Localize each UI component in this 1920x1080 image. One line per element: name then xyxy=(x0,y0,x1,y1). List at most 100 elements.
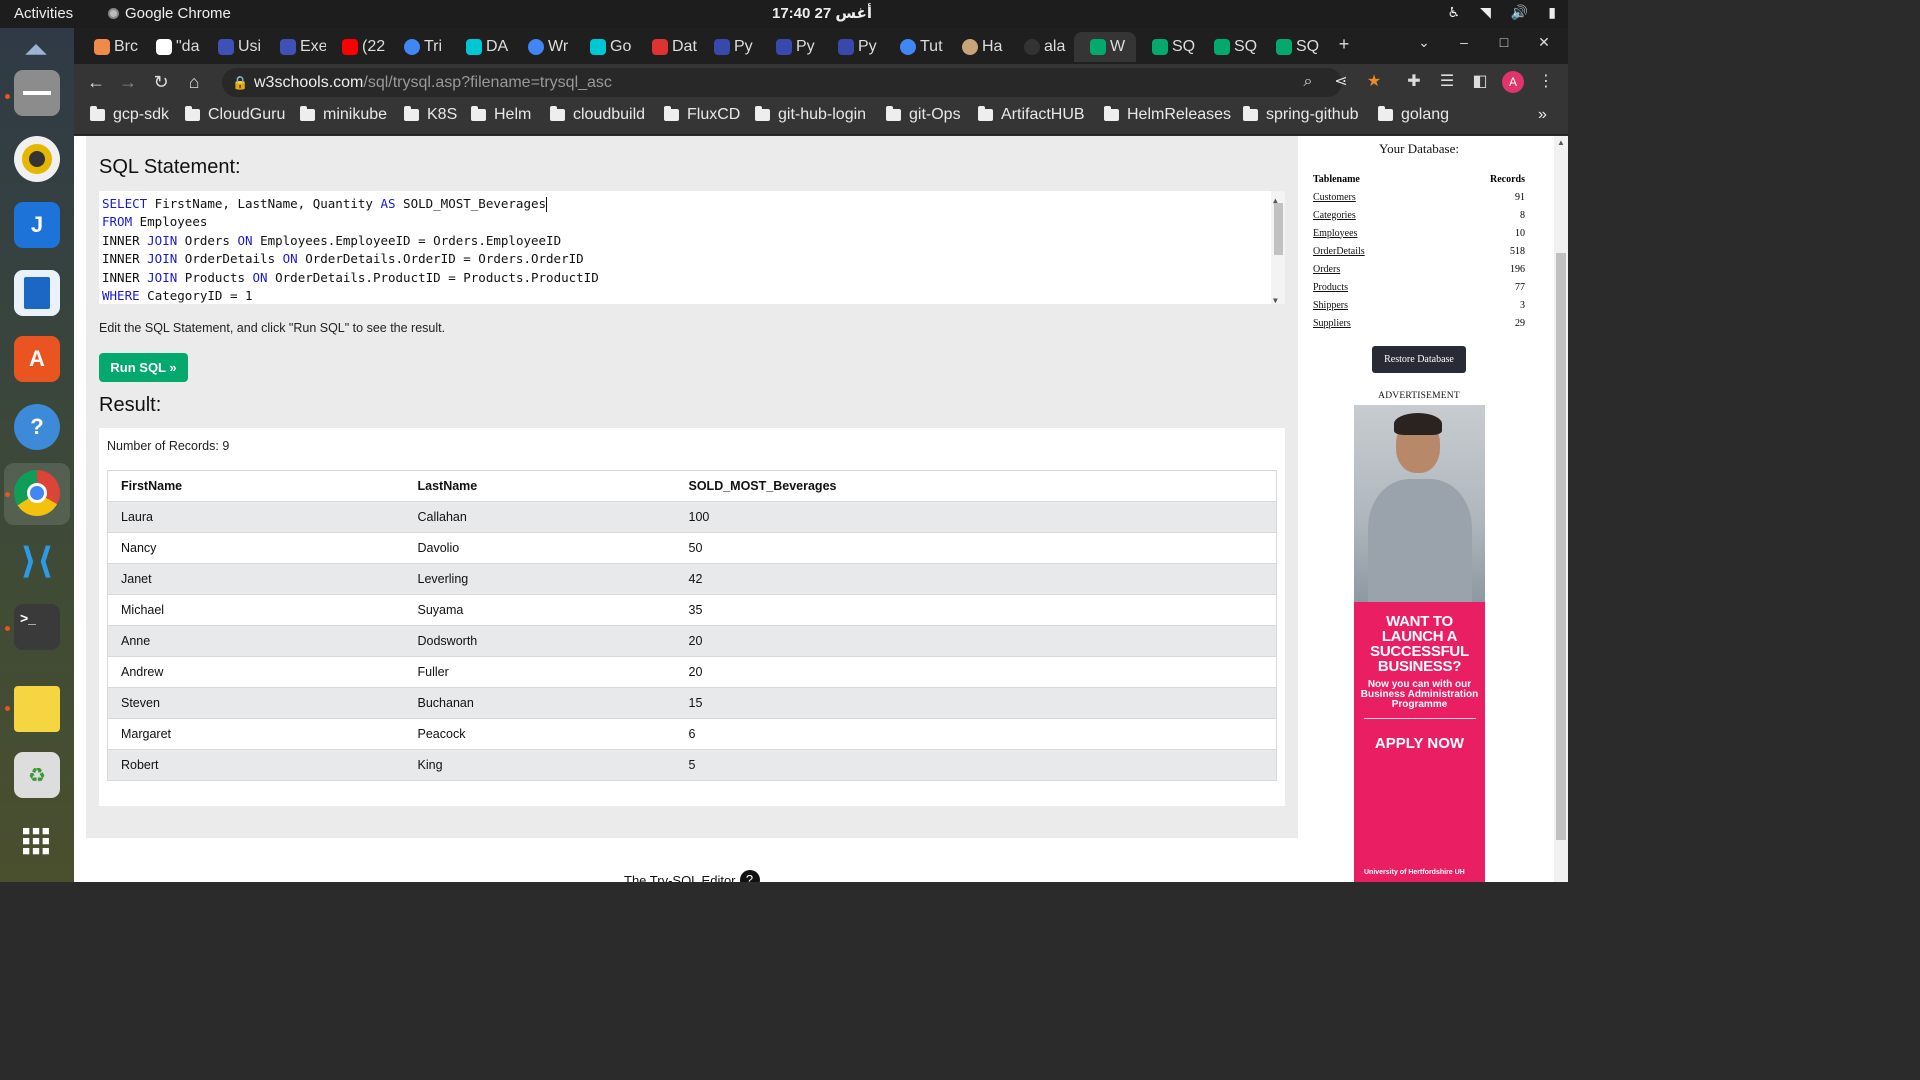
bookmark-folder[interactable]: cloudbuild xyxy=(550,106,645,124)
bookmark-folder[interactable]: git-hub-login xyxy=(755,106,866,124)
extensions-icon[interactable]: ✚ xyxy=(1402,70,1426,94)
bookmark-folder[interactable]: HelmReleases xyxy=(1104,106,1231,124)
bookmark-folder[interactable]: spring-github xyxy=(1243,106,1359,124)
minimize-button[interactable]: – xyxy=(1450,34,1478,58)
home-icon[interactable]: ⌂ xyxy=(182,70,206,94)
tab[interactable]: Py xyxy=(822,32,884,62)
bookmark-folder[interactable]: minikube xyxy=(300,106,387,124)
table-link[interactable]: Orders xyxy=(1313,264,1340,275)
share-icon[interactable]: ⋖ xyxy=(1329,70,1353,94)
bookmark-folder[interactable]: Helm xyxy=(471,106,531,124)
forward-icon[interactable]: → xyxy=(116,70,140,94)
editor-hint: Edit the SQL Statement, and click "Run S… xyxy=(99,321,446,335)
clock[interactable]: 17:40 27 أغس xyxy=(772,4,872,22)
tab[interactable]: ala xyxy=(1008,32,1070,62)
tab[interactable]: Wr xyxy=(512,32,574,62)
editor-scroll-thumb[interactable] xyxy=(1274,203,1283,255)
bookmark-folder[interactable]: CloudGuru xyxy=(185,106,285,124)
battery-icon[interactable]: ▮ xyxy=(1548,4,1556,21)
scroll-down-icon[interactable]: ▼ xyxy=(1273,292,1278,304)
tab[interactable]: "da xyxy=(140,32,202,62)
tab[interactable]: Brc xyxy=(78,32,140,62)
run-sql-button[interactable]: Run SQL » xyxy=(99,353,188,382)
volume-icon[interactable]: 🔊 xyxy=(1511,4,1528,21)
wifi-icon[interactable]: ◥ xyxy=(1480,4,1491,21)
profile-avatar[interactable]: A xyxy=(1502,71,1524,93)
tab[interactable]: SQ xyxy=(1198,32,1260,62)
table-cell: 35 xyxy=(675,594,1277,626)
side-panel-icon[interactable]: ◧ xyxy=(1468,70,1492,94)
page-scroll-thumb[interactable] xyxy=(1556,253,1566,840)
lock-icon[interactable]: 🔒 xyxy=(232,68,248,97)
database-row: OrderDetails 518 xyxy=(1313,242,1525,260)
address-bar[interactable]: 🔒 w3schools.com/sql/trysql.asp?filename=t… xyxy=(222,68,1342,97)
activities-button[interactable]: Activities xyxy=(14,5,73,22)
tab[interactable]: DA xyxy=(450,32,512,62)
tab[interactable]: SQ xyxy=(1136,32,1198,62)
help-icon[interactable]: ? xyxy=(739,870,760,882)
bookmark-folder[interactable]: K8S xyxy=(404,106,457,124)
database-row: Orders 196 xyxy=(1313,260,1525,278)
bookmark-star-icon[interactable]: ★ xyxy=(1362,70,1386,94)
tab[interactable]: Py xyxy=(760,32,822,62)
tab[interactable]: Py xyxy=(698,32,760,62)
zoom-icon[interactable]: ⌕ xyxy=(1296,70,1320,94)
help-icon[interactable]: ? xyxy=(14,404,60,450)
vscode-icon[interactable]: ⟩⟨ xyxy=(14,538,60,584)
rhythmbox-icon[interactable] xyxy=(14,136,60,182)
show-apps-icon[interactable]: ■■■ ■■■ ■■■ xyxy=(14,818,60,864)
close-window-button[interactable]: ✕ xyxy=(1530,34,1558,58)
table-link[interactable]: Employees xyxy=(1313,228,1357,239)
bookmark-folder[interactable]: FluxCD xyxy=(664,106,740,124)
tab[interactable]: (22 xyxy=(326,32,388,62)
tab[interactable]: SQ xyxy=(1260,32,1322,62)
table-link[interactable]: Shippers xyxy=(1313,300,1348,311)
tab[interactable]: Dat xyxy=(636,32,698,62)
joplin-icon[interactable]: J xyxy=(14,202,60,248)
tab[interactable]: Tri xyxy=(388,32,450,62)
chrome-dock-icon[interactable] xyxy=(14,470,60,516)
bookmark-folder[interactable]: ArtifactHUB xyxy=(978,106,1085,124)
apply-now-button[interactable]: APPLY NOW xyxy=(1354,735,1485,752)
tab[interactable]: Usi xyxy=(202,32,264,62)
tab[interactable]: Exe xyxy=(264,32,326,62)
back-icon[interactable]: ← xyxy=(84,70,108,94)
new-tab-button[interactable]: + xyxy=(1330,34,1358,58)
scroll-up-icon[interactable]: ▲ xyxy=(1557,138,1565,147)
table-link[interactable]: Customers xyxy=(1313,192,1356,203)
maximize-button[interactable]: □ xyxy=(1490,34,1518,58)
accessibility-icon[interactable]: ♿ xyxy=(1448,4,1461,21)
writer-icon[interactable] xyxy=(14,270,60,316)
tab-active[interactable]: W✕ xyxy=(1074,32,1136,62)
sql-line: INNER JOIN Products ON OrderDetails.Prod… xyxy=(102,269,599,285)
table-link[interactable]: Products xyxy=(1313,282,1348,293)
bookmark-folder[interactable]: golang xyxy=(1378,106,1449,124)
tab[interactable]: Tut xyxy=(884,32,946,62)
sql-editor[interactable]: SELECT FirstName, LastName, Quantity AS … xyxy=(99,191,1285,304)
files-icon[interactable] xyxy=(14,70,60,116)
running-indicator xyxy=(5,706,10,711)
w3schools-icon xyxy=(1152,39,1168,55)
advertisement-banner[interactable]: WANT TO LAUNCH A SUCCESSFUL BUSINESS? No… xyxy=(1354,405,1485,882)
bookmark-folder[interactable]: git-Ops xyxy=(886,106,961,124)
tab[interactable]: Ha xyxy=(946,32,1008,62)
table-link[interactable]: Categories xyxy=(1313,210,1356,221)
reading-list-icon[interactable]: ☰ xyxy=(1435,70,1459,94)
system-tray[interactable]: ♿ ◥ 🔊 ▮ xyxy=(1448,4,1557,21)
table-link[interactable]: OrderDetails xyxy=(1313,246,1365,257)
app-center-icon[interactable]: A xyxy=(14,336,60,382)
trash-icon[interactable]: ♻ xyxy=(14,752,60,798)
table-link[interactable]: Suppliers xyxy=(1313,318,1351,329)
page-scrollbar[interactable]: ▲ xyxy=(1554,136,1568,882)
bookmarks-overflow-button[interactable]: » xyxy=(1538,106,1547,124)
reload-icon[interactable]: ↻ xyxy=(149,70,173,94)
restore-database-button[interactable]: Restore Database xyxy=(1372,346,1466,373)
editor-scrollbar[interactable]: ▲ ▼ xyxy=(1271,191,1285,304)
terminal-icon[interactable]: >_ xyxy=(14,604,60,650)
tab-search-icon[interactable]: ⌄ xyxy=(1410,34,1438,58)
bookmark-folder[interactable]: gcp-sdk xyxy=(90,106,169,124)
tab[interactable]: Go xyxy=(574,32,636,62)
app-menu[interactable]: Google Chrome xyxy=(108,5,231,22)
menu-icon[interactable]: ⋮ xyxy=(1534,70,1558,94)
sticky-notes-icon[interactable] xyxy=(14,686,60,732)
